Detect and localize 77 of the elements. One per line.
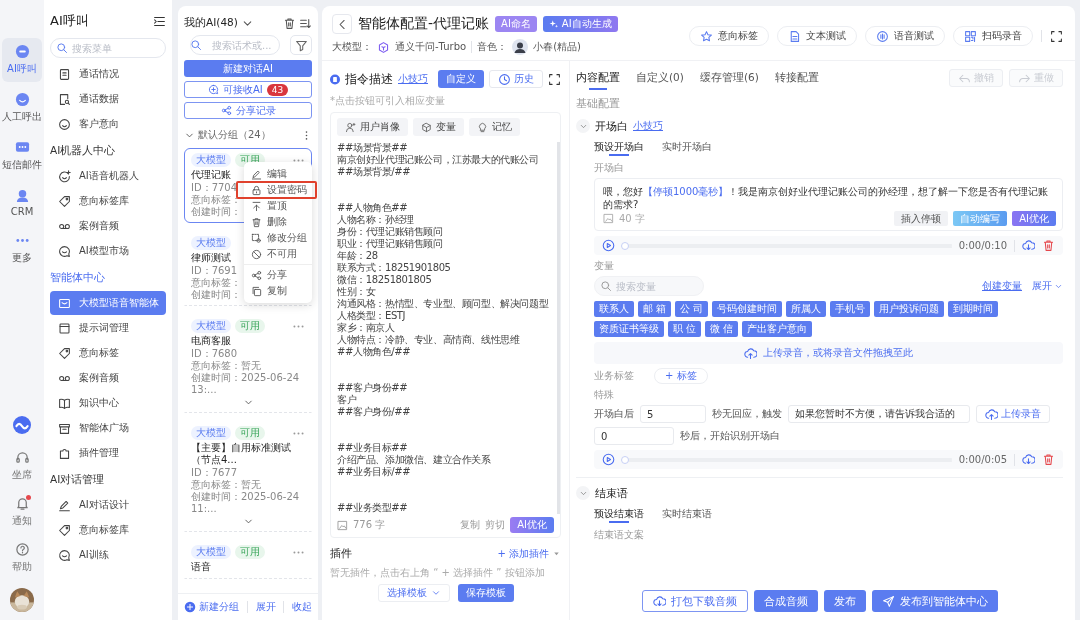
agent-name: 电商客服: [191, 335, 231, 347]
empty-text: 暂无插件，点击右上角 “ + 选择插件 ” 按钮添加: [330, 566, 546, 580]
tag: 可用: [235, 545, 265, 559]
prompt-line: 人格类型：ESTJ: [337, 310, 406, 322]
field-label: 开场白: [594, 161, 625, 175]
prompt-line: 身份：代理记账销售顾问: [337, 226, 443, 238]
prompt-line: 职业：代理记账销售顾问: [337, 238, 443, 250]
prompt-line: 南京创好业代理记账公司，江苏最大的代账公司: [337, 154, 539, 166]
agent-detail: 意向标签：: [191, 277, 241, 289]
field-label: 特殊: [594, 388, 615, 402]
agent-name: 律师测试: [191, 252, 231, 264]
field-label: 结束语文案: [594, 528, 645, 542]
agent-name: 语音: [191, 561, 211, 573]
model-name: 通义千问-Turbo: [395, 40, 467, 54]
agent-detail: 创建时间：2025-06-24 11:...: [191, 491, 301, 515]
section-title: 插件: [330, 546, 352, 561]
section-title: 开场白: [595, 118, 628, 134]
group-heading: AI对话管理: [50, 472, 106, 487]
agent-name: 【主要】自用标准测试（节点4...: [191, 442, 292, 466]
prompt-line: ##场景背景##: [337, 142, 408, 154]
prompt-line: 人物特点：冷静、专业、高情商、线性思维: [337, 334, 520, 346]
section-title: 结束语: [595, 485, 628, 501]
prompt-line: ##客户身份/##: [337, 406, 411, 418]
prompt-line: ##业务类型##: [337, 502, 408, 514]
prompt-line: 家乡：南京人: [337, 322, 395, 334]
menu-title: AI呼叫: [50, 12, 89, 30]
agent-detail: 意向标签：暂无: [191, 360, 261, 372]
agent-id: ID：7704: [191, 182, 238, 194]
agent-detail: 意向标签：: [191, 194, 241, 206]
voice-name: 小春(精品): [533, 40, 581, 54]
agent-name: 代理记账: [191, 169, 231, 181]
agent-detail: 创建时间：: [191, 289, 241, 301]
time-label: 0:00/0:10: [958, 240, 1007, 251]
count-badge: 43: [266, 83, 289, 96]
section-title: 指令描述: [345, 70, 393, 88]
page-title: 智能体配置-代理记账: [358, 15, 490, 33]
tag: 大模型: [191, 426, 231, 440]
tag: 大模型: [191, 545, 231, 559]
prompt-line: ##人物角色##: [337, 202, 408, 214]
prompt-line: 客户: [337, 394, 357, 406]
agent-detail: 创建时间：: [191, 206, 241, 218]
prompt-line: 人物名称：孙经理: [337, 214, 414, 226]
field-label: 业务标签: [594, 369, 634, 383]
char-count: 776 字: [353, 518, 386, 532]
prompt-line: ##人物角色/##: [337, 346, 411, 358]
agent-detail: 创建时间：2025-06-24 13:...: [191, 372, 301, 396]
tag: 可用: [235, 319, 265, 333]
field-label: 秒无回应，触发: [712, 407, 782, 421]
prompt-line: ##场景背景/##: [337, 166, 411, 178]
tag: 大模型: [191, 236, 231, 250]
model-label: 大模型：: [332, 40, 372, 54]
field-label: 秒后，开始识别开场白: [680, 429, 780, 443]
tag: 大模型: [191, 153, 231, 167]
time-label: 0:00/0:05: [958, 454, 1007, 465]
field-label: 开场白后: [594, 407, 634, 421]
hint-text: *点击按钮可引入相应变量: [330, 94, 446, 108]
prompt-line: 年龄：28: [337, 250, 378, 262]
prompt-line: ##客户身份##: [337, 382, 408, 394]
group-heading: 智能体中心: [50, 270, 106, 285]
tag: 大模型: [191, 319, 231, 333]
group-heading: AI机器人中心: [50, 143, 117, 158]
agent-detail: 意向标签：暂无: [191, 479, 261, 491]
tag: 可用: [235, 426, 265, 440]
prompt-line: 沟通风格：热情型、专业型、顾问型、解决问题型: [337, 298, 549, 310]
char-count: 40 字: [619, 211, 645, 226]
agent-id: ID：7680: [191, 348, 238, 360]
agent-id: ID：7691: [191, 265, 238, 277]
prompt-line: 性别：女: [337, 286, 376, 298]
prompt-line: 微信：18251801805: [337, 274, 432, 286]
voice-label: 音色：: [477, 40, 508, 54]
agent-id: ID：7677: [191, 467, 238, 479]
field-label: 变量: [594, 259, 615, 273]
prompt-line: 介绍产品、添加微信、建立合作关系: [337, 454, 491, 466]
section-title: 基础配置: [576, 97, 621, 111]
prompt-line: ##业务目标/##: [337, 466, 411, 478]
prompt-line: 联系方式：18251901805: [337, 262, 451, 274]
prompt-line: ##业务目标##: [337, 442, 408, 454]
